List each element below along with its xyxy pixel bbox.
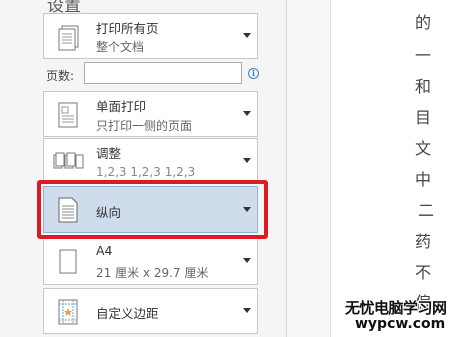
margins-label: 自定义边距 xyxy=(96,306,159,321)
margins-dropdown[interactable]: 自定义边距 xyxy=(43,288,258,334)
watermark-title: 无忧电脑学习网 xyxy=(345,299,447,317)
document-text-char: 药 xyxy=(415,232,432,251)
document-text-char: 目 xyxy=(415,108,432,127)
chevron-down-icon xyxy=(243,33,251,38)
print-range-label: 打印所有页 xyxy=(96,21,159,36)
document-text-char: 中 xyxy=(415,170,432,189)
paper-icon xyxy=(59,249,77,274)
print-range-sub: 整个文档 xyxy=(96,40,145,54)
collate-dropdown[interactable]: 调整 1,2,3 1,2,3 1,2,3 xyxy=(43,138,258,184)
portrait-page-icon xyxy=(58,197,78,223)
chevron-down-icon xyxy=(243,206,251,212)
chevron-down-icon xyxy=(243,258,251,263)
paper-size-label: A4 xyxy=(96,243,113,258)
document-preview xyxy=(330,0,457,337)
document-text-char: 文 xyxy=(415,139,432,158)
collate-icon xyxy=(53,152,84,169)
chevron-down-icon xyxy=(243,308,251,313)
document-text-char: 二 xyxy=(418,201,435,220)
print-range-dropdown[interactable]: 打印所有页 整个文档 xyxy=(43,13,258,59)
orientation-dropdown[interactable]: 纵向 xyxy=(43,186,258,233)
sides-label: 单面打印 xyxy=(96,99,147,114)
single-page-icon xyxy=(58,102,78,128)
chevron-down-icon xyxy=(243,158,251,163)
paper-size-dropdown[interactable]: A4 21 厘米 x 29.7 厘米 xyxy=(43,237,258,285)
pages-input[interactable] xyxy=(84,62,242,84)
document-text-char: 的 xyxy=(415,13,432,32)
info-icon[interactable]: i xyxy=(248,68,259,79)
sides-sub: 只打印一侧的页面 xyxy=(96,119,193,133)
collate-sub: 1,2,3 1,2,3 1,2,3 xyxy=(96,165,196,179)
chevron-down-icon xyxy=(243,111,251,116)
pages-stack-icon xyxy=(58,25,79,51)
watermark-url: wypcw.com xyxy=(355,316,446,332)
document-text-char: 不 xyxy=(415,263,432,282)
orientation-label: 纵向 xyxy=(96,205,122,220)
collate-label: 调整 xyxy=(96,146,122,161)
document-text-char: 一 xyxy=(415,46,432,65)
sides-dropdown[interactable]: 单面打印 只打印一侧的页面 xyxy=(43,91,258,137)
margins-icon xyxy=(58,299,78,325)
paper-size-sub: 21 厘米 x 29.7 厘米 xyxy=(96,266,209,280)
print-settings-panel: 设置 打印所有页 整个文档 页数: i 单面打印 只打印一侧的页面 调整 1,2… xyxy=(0,0,287,337)
pages-label: 页数: xyxy=(46,69,75,83)
document-text-char: 和 xyxy=(415,77,432,96)
